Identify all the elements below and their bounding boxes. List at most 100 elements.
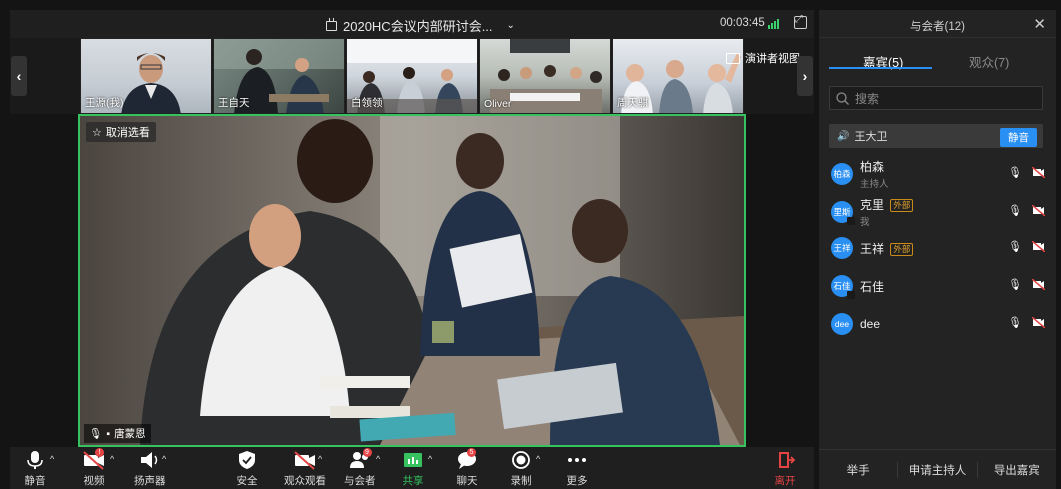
video-off-icon[interactable] bbox=[1032, 167, 1045, 178]
export-guests-button[interactable]: 导出嘉宾 bbox=[978, 462, 1056, 478]
shield-icon bbox=[239, 451, 255, 469]
signal-strength-icon[interactable] bbox=[768, 19, 779, 29]
audience-video-off-icon bbox=[294, 451, 315, 470]
thumbnail-name: 王自天 bbox=[218, 97, 250, 109]
bottom-toolbar: 静音 ^ ! 视频 ^ 扬声器 ^ 安全 观众观看 ^ 9 与会者 ^ 共享 ^… bbox=[10, 447, 814, 489]
video-thumbnail[interactable]: 周天骐 bbox=[612, 38, 744, 114]
mute-button[interactable]: 静音 bbox=[24, 450, 46, 488]
video-thumbnail[interactable]: 王自天 bbox=[213, 38, 345, 114]
video-thumbnail[interactable]: 白领领 bbox=[346, 38, 478, 114]
share-button[interactable]: 共享 bbox=[402, 450, 424, 488]
fullscreen-icon[interactable] bbox=[794, 14, 807, 29]
video-off-icon[interactable] bbox=[1032, 205, 1045, 216]
chevron-up-icon[interactable]: ^ bbox=[50, 454, 54, 464]
participants-label: 与会者 bbox=[344, 475, 376, 487]
mute-speaker-button[interactable]: 静音 bbox=[1000, 128, 1037, 147]
avatar: 柏森 bbox=[831, 163, 853, 185]
participant-name: dee bbox=[860, 317, 881, 331]
speaker-label: 扬声器 bbox=[134, 475, 166, 487]
microphone-icon[interactable]: 🎙 bbox=[1008, 240, 1022, 253]
chevron-up-icon[interactable]: ^ bbox=[162, 454, 166, 464]
avatar: 石佳 bbox=[831, 275, 855, 299]
panel-footer: 举手 申请主持人 导出嘉宾 bbox=[819, 449, 1056, 489]
participants-panel: 与会者(12) ✕ 嘉宾(5) 观众(7) 搜索 🔊 王大卫 静音 柏森 柏森 … bbox=[819, 10, 1056, 489]
chevron-up-icon[interactable]: ^ bbox=[536, 454, 540, 464]
participant-row[interactable]: dee dee 🎙 bbox=[831, 308, 1045, 340]
participants-badge: 9 bbox=[362, 448, 372, 457]
active-speaker-name: 唐蒙恩 bbox=[114, 428, 146, 440]
chevron-up-icon[interactable]: ^ bbox=[428, 454, 432, 464]
calendar-icon bbox=[326, 17, 337, 31]
speaking-indicator-row: 🔊 王大卫 静音 bbox=[829, 124, 1043, 148]
chevron-up-icon[interactable]: ^ bbox=[318, 454, 322, 464]
speaker-view-toggle[interactable]: 演讲者视图 bbox=[726, 50, 800, 66]
microphone-icon[interactable]: 🎙 bbox=[1008, 278, 1022, 291]
speaking-icon: 🔊 bbox=[837, 130, 850, 142]
participant-controls: 🎙 bbox=[1008, 316, 1045, 329]
avatar-text: 石佳 bbox=[833, 281, 851, 291]
video-thumbnail-strip: ‹ 王源(我) 王自天 白领领 Oliver 周天骐 演讲者视图 › bbox=[10, 38, 814, 114]
participant-role: 主持人 bbox=[860, 179, 889, 190]
more-button[interactable]: 更多 bbox=[566, 450, 588, 488]
share-screen-icon bbox=[404, 453, 422, 467]
security-label: 安全 bbox=[236, 475, 258, 487]
tab-audience[interactable]: 观众(7) bbox=[969, 52, 1009, 71]
participant-row[interactable]: 柏森 柏森 主持人 🎙 bbox=[831, 158, 1045, 190]
avatar: 里斯 bbox=[831, 201, 855, 225]
video-off-icon[interactable] bbox=[1032, 241, 1045, 252]
speaking-name: 王大卫 bbox=[854, 131, 888, 143]
raise-hand-button[interactable]: 举手 bbox=[819, 461, 899, 478]
video-thumbnail[interactable]: 王源(我) bbox=[80, 38, 212, 114]
microphone-icon[interactable]: 🎙 bbox=[1008, 316, 1022, 329]
participant-info: 柏森 主持人 bbox=[860, 158, 889, 190]
video-off-icon[interactable] bbox=[1032, 317, 1045, 328]
leave-label: 离开 bbox=[774, 475, 796, 487]
chat-label: 聊天 bbox=[456, 475, 478, 487]
speaker-button[interactable]: 扬声器 bbox=[134, 450, 166, 488]
security-button[interactable]: 安全 bbox=[236, 450, 258, 488]
microphone-icon[interactable]: 🎙 bbox=[1008, 166, 1022, 179]
record-button[interactable]: 录制 bbox=[510, 450, 532, 488]
video-label: 视频 bbox=[83, 475, 105, 487]
speaker-view-icon bbox=[726, 52, 740, 64]
unpin-button[interactable]: ☆ 取消选看 bbox=[86, 122, 156, 142]
video-warning-badge: ! bbox=[95, 448, 104, 457]
record-label: 录制 bbox=[510, 475, 532, 487]
participant-row[interactable]: 石佳 石佳 🎙 bbox=[831, 270, 1045, 302]
prev-page-arrow-icon[interactable]: ‹ bbox=[11, 56, 27, 96]
chat-badge: 5 bbox=[467, 448, 476, 457]
search-icon bbox=[836, 91, 849, 105]
participant-controls: 🎙 bbox=[1008, 166, 1045, 179]
camera-icon: ▪ bbox=[106, 427, 111, 440]
close-icon[interactable]: ✕ bbox=[1033, 15, 1046, 33]
participant-row[interactable]: 里斯 克里 外部 我 🎙 bbox=[831, 196, 1045, 228]
external-tag: 外部 bbox=[890, 199, 914, 212]
meeting-title[interactable]: 2020HC会议内部研讨会... ⌄ bbox=[326, 16, 515, 35]
chevron-up-icon[interactable]: ^ bbox=[376, 454, 380, 464]
chevron-up-icon[interactable]: ^ bbox=[110, 454, 114, 464]
chat-button[interactable]: 5 聊天 bbox=[456, 448, 478, 488]
video-thumbnail[interactable]: Oliver bbox=[479, 38, 611, 114]
main-video[interactable]: ☆ 取消选看 🎙 ▪ 唐蒙恩 bbox=[78, 114, 746, 447]
avatar: 王祥 bbox=[831, 237, 853, 259]
more-icon bbox=[568, 458, 586, 462]
video-button[interactable]: ! 视频 bbox=[82, 448, 106, 488]
thumbnail-name: 王源(我) bbox=[85, 97, 124, 109]
participant-name: 王祥 bbox=[860, 241, 885, 256]
leave-button[interactable]: 离开 bbox=[774, 450, 796, 488]
chevron-down-icon[interactable]: ⌄ bbox=[507, 20, 515, 31]
panel-title: 与会者(12) bbox=[910, 21, 965, 33]
active-tab-indicator bbox=[829, 67, 932, 69]
request-host-button[interactable]: 申请主持人 bbox=[898, 461, 978, 478]
avatar-text: 里斯 bbox=[833, 207, 851, 217]
active-speaker-name-tag: 🎙 ▪ 唐蒙恩 bbox=[84, 424, 151, 443]
main-video-frame bbox=[80, 116, 744, 445]
search-input[interactable]: 搜索 bbox=[829, 86, 1043, 110]
next-page-arrow-icon[interactable]: › bbox=[797, 56, 813, 96]
video-off-icon[interactable] bbox=[1032, 279, 1045, 290]
microphone-icon[interactable]: 🎙 bbox=[1008, 204, 1022, 217]
participant-controls: 🎙 bbox=[1008, 278, 1045, 291]
participants-button[interactable]: 9 与会者 bbox=[344, 448, 376, 488]
mute-label: 静音 bbox=[24, 475, 46, 487]
participant-row[interactable]: 王祥 王祥 外部 🎙 bbox=[831, 232, 1045, 264]
